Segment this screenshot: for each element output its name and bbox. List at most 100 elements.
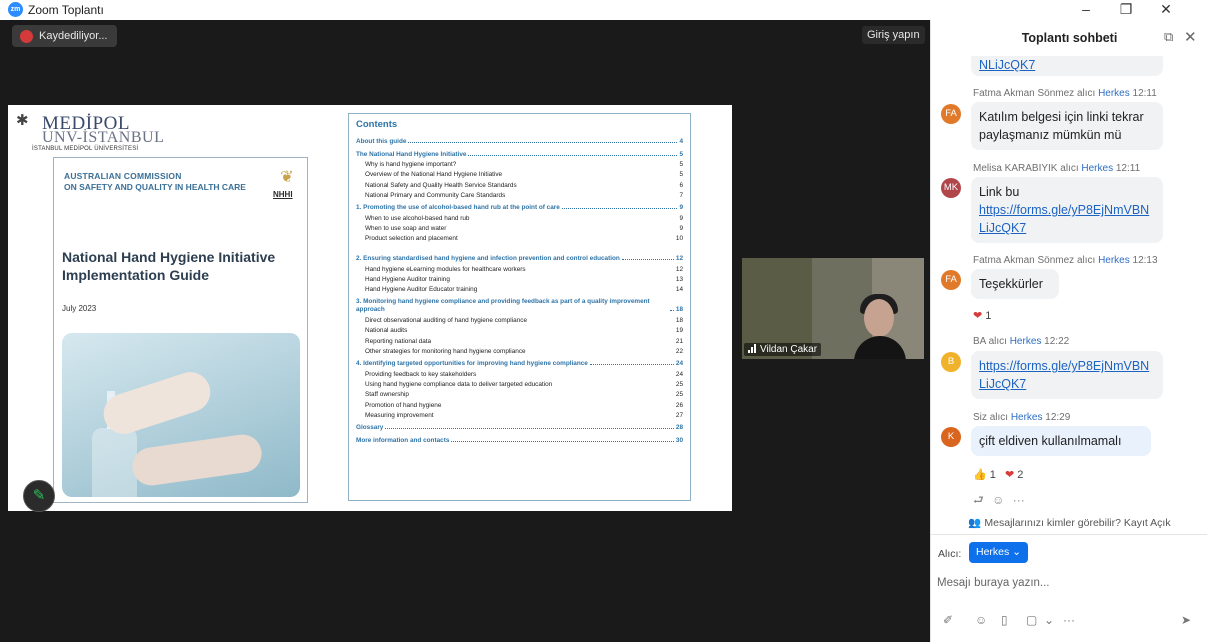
shared-screen: ✱ MEDİPOL UNV-İSTANBUL İSTANBUL MEDİPOL … — [8, 105, 732, 511]
toc-entry[interactable]: National Safety and Quality Health Servi… — [356, 178, 683, 189]
window-title: Zoom Toplantı — [28, 3, 104, 17]
reaction-row[interactable]: 👍 1 ❤ 2 — [973, 468, 1023, 481]
file-icon[interactable]: ▯ — [1001, 613, 1008, 627]
toc-entry[interactable]: Direct observational auditing of hand hy… — [356, 313, 683, 324]
avatar: B — [941, 352, 961, 372]
to-word: alıcı — [1076, 255, 1096, 266]
toc-entry-title: Product selection and placement — [365, 235, 458, 243]
toc-entry[interactable]: National audits 19 — [356, 324, 683, 334]
chat-messages[interactable]: NLiJcQK7 Fatma Akman Sönmez alıcı Herkes… — [931, 56, 1207, 516]
audience-label[interactable]: Herkes — [1010, 336, 1042, 347]
toc-entry[interactable]: When to use soap and water 9 — [356, 222, 683, 232]
toc-entry[interactable]: Glossary 28 — [356, 421, 683, 431]
close-window-button[interactable]: ✕ — [1146, 0, 1186, 20]
toc-entry-page: 14 — [675, 286, 683, 294]
message-bubble[interactable]: çift eldiven kullanılmamalı — [971, 426, 1151, 456]
audience-label[interactable]: Herkes — [1098, 255, 1130, 266]
toc-entry[interactable]: About this guide 4 — [356, 135, 683, 145]
restore-button[interactable]: ❐ — [1106, 0, 1146, 20]
toc-entry[interactable]: Hand Hygiene Auditor training 13 — [356, 273, 683, 283]
participant-name-tag: Vildan Çakar — [744, 343, 822, 356]
toc-entry[interactable]: 3. Monitoring hand hygiene compliance an… — [356, 295, 683, 313]
toc-entry[interactable]: Overview of the National Hand Hygiene In… — [356, 168, 683, 178]
reply-icon[interactable]: ⮐ — [973, 493, 984, 507]
add-reaction-icon[interactable]: ☺ — [992, 493, 1004, 507]
audience-label[interactable]: Herkes — [1081, 163, 1113, 174]
toc-entry[interactable]: 1. Promoting the use of alcohol-based ha… — [356, 201, 683, 211]
message-bubble[interactable]: Teşekkürler — [971, 269, 1059, 299]
message-actions[interactable]: ⮐ ☺ ··· — [973, 491, 1025, 512]
toc-entry[interactable]: Reporting national data 21 — [356, 334, 683, 345]
popout-icon[interactable]: ⧉ — [1164, 29, 1173, 45]
toc-entry[interactable]: Product selection and placement 10 — [356, 232, 683, 242]
more-icon[interactable]: ··· — [1013, 493, 1025, 507]
more-icon[interactable]: ··· — [1063, 613, 1075, 627]
toc-entry[interactable]: Promotion of hand hygiene 26 — [356, 398, 683, 409]
toc-entry-title: National Primary and Community Care Stan… — [365, 192, 506, 200]
document-cover: ✱ MEDİPOL UNV-İSTANBUL İSTANBUL MEDİPOL … — [8, 105, 343, 511]
toc-entry-page: 25 — [675, 391, 683, 399]
commission-line-2: ON SAFETY AND QUALITY IN HEALTH CARE — [64, 182, 246, 192]
message-link[interactable]: NLiJcQK7 — [979, 58, 1035, 72]
toc-entry[interactable]: Measuring improvement 27 — [356, 409, 683, 419]
toc-entry-page: 9 — [679, 225, 683, 233]
toc-entry[interactable]: Hand hygiene eLearning modules for healt… — [356, 262, 683, 273]
minimize-button[interactable]: – — [1066, 0, 1106, 20]
message-input[interactable] — [937, 572, 1199, 594]
audience-label[interactable]: Herkes — [1011, 412, 1043, 423]
toc-entry-page: 24 — [675, 370, 683, 378]
send-icon[interactable]: ➤ — [1181, 613, 1191, 627]
toc-entry[interactable]: Using hand hygiene compliance data to de… — [356, 378, 683, 388]
reaction-row[interactable]: ❤ 1 — [973, 309, 991, 322]
login-button[interactable]: Giriş yapın — [862, 26, 925, 44]
toc-entry[interactable]: 4. Identifying targeted opportunities fo… — [356, 357, 683, 367]
message-bubble[interactable]: https://forms.gle/yP8EjNmVBNLiJcQK7 — [971, 351, 1163, 399]
signal-strength-icon — [748, 344, 758, 353]
toc-entry[interactable]: Staff ownership 25 — [356, 388, 683, 398]
toc-entry[interactable]: When to use alcohol-based hand rub 9 — [356, 211, 683, 222]
message-link[interactable]: https://forms.gle/yP8EjNmVBNLiJcQK7 — [979, 201, 1155, 237]
toc-entry[interactable]: Providing feedback to key stakeholders 24 — [356, 367, 683, 378]
message-link[interactable]: https://forms.gle/yP8EjNmVBNLiJcQK7 — [979, 357, 1155, 393]
screenshot-icon[interactable]: ▢ — [1026, 613, 1037, 627]
toc-entry-page: 18 — [675, 306, 683, 314]
toc-entry-title: Measuring improvement — [365, 411, 434, 419]
message-bubble[interactable]: NLiJcQK7 — [971, 56, 1163, 76]
chat-toolbar: ✐ ☺ ▯ ▢ ⌄ ··· ➤ — [931, 613, 1207, 635]
toc-entry[interactable]: 2. Ensuring standardised hand hygiene an… — [356, 244, 683, 263]
recipient-dropdown[interactable]: Herkes ⌄ — [969, 542, 1028, 563]
audience-label[interactable]: Herkes — [1098, 88, 1130, 99]
emoji-icon[interactable]: ☺ — [975, 613, 987, 627]
annotate-pencil-button[interactable]: ✎ — [23, 480, 55, 512]
toc-entry[interactable]: The National Hand Hygiene Initiative 5 — [356, 147, 683, 158]
toc-leader-dots — [589, 364, 674, 366]
toc-leader-dots — [669, 310, 674, 312]
message-sender: BA alıcı Herkes 12:22 — [973, 336, 1069, 347]
toc-entry[interactable]: Why is hand hygiene important? 5 — [356, 158, 683, 168]
participant-video[interactable]: Vildan Çakar — [742, 258, 924, 359]
thumbs-up-icon: 👍 — [973, 469, 987, 481]
avatar: FA — [941, 270, 961, 290]
toc-entry-title: The National Hand Hygiene Initiative — [356, 150, 467, 158]
reaction-count: 1 — [989, 469, 996, 481]
recording-indicator[interactable]: Kaydediliyor... — [12, 25, 118, 47]
toc-entry[interactable]: Other strategies for monitoring hand hyg… — [356, 345, 683, 355]
message-text: Teşekkürler — [979, 277, 1043, 291]
toc-entry[interactable]: National Primary and Community Care Stan… — [356, 189, 683, 199]
participant-name: Vildan Çakar — [760, 344, 818, 355]
toc-entry-title: Using hand hygiene compliance data to de… — [365, 380, 553, 388]
message-bubble[interactable]: Link bu https://forms.gle/yP8EjNmVBNLiJc… — [971, 177, 1163, 243]
toc-entry-title: 3. Monitoring hand hygiene compliance an… — [356, 298, 650, 313]
visibility-notice[interactable]: 👥 Mesajlarınızı kimler görebilir? Kayıt … — [931, 516, 1207, 529]
format-icon[interactable]: ✐ — [943, 613, 953, 627]
sender-name: Siz — [973, 412, 987, 423]
toc-entry-page: 18 — [675, 316, 683, 324]
message-bubble[interactable]: Katılım belgesi için linki tekrar paylaş… — [971, 102, 1163, 150]
toc-entry[interactable]: More information and contacts 30 — [356, 433, 683, 444]
toc-entry[interactable]: Hand Hygiene Auditor Educator training 14 — [356, 283, 683, 293]
toc-leader-dots — [621, 259, 674, 261]
close-icon[interactable]: ✕ — [1184, 28, 1197, 46]
chevron-down-icon[interactable]: ⌄ — [1044, 613, 1054, 627]
heart-icon: ❤ — [973, 310, 983, 322]
toc-entry-title: Hand hygiene eLearning modules for healt… — [365, 265, 526, 273]
